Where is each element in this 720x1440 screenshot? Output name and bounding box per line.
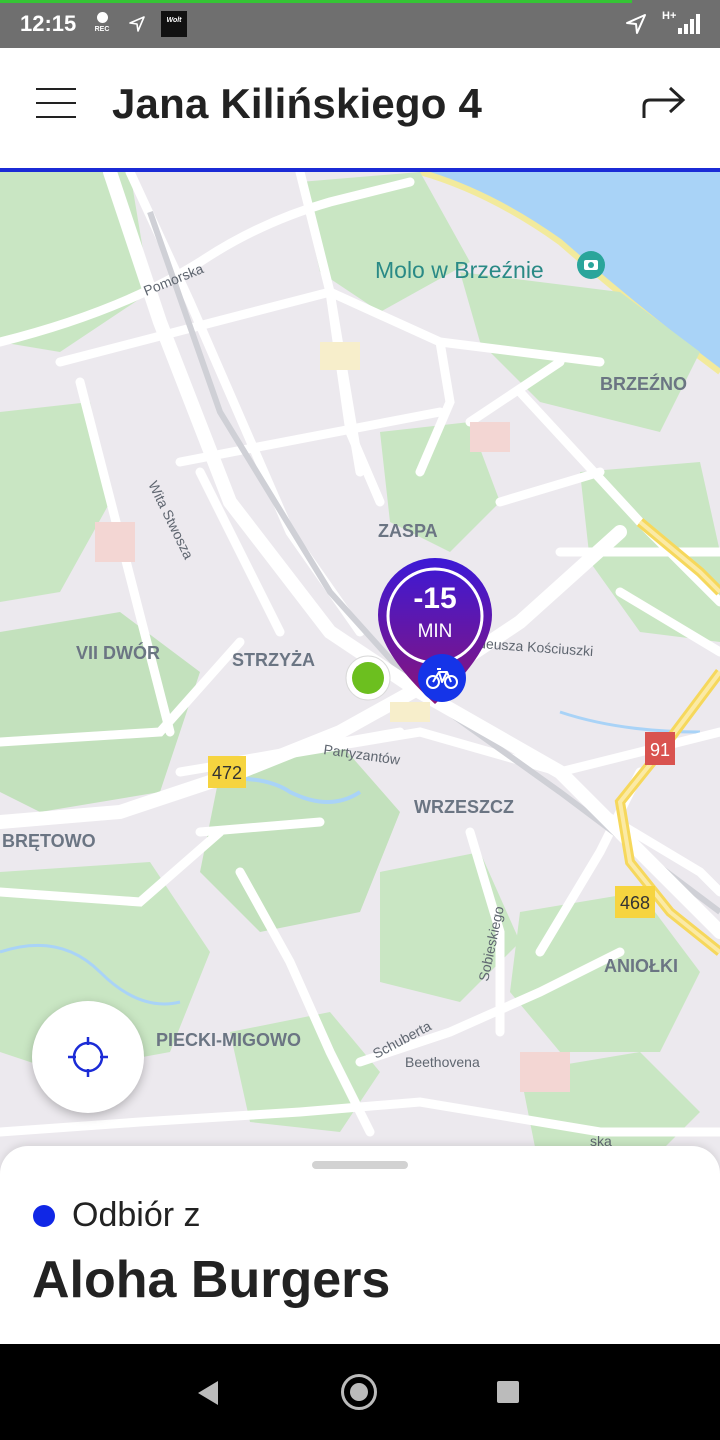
status-bar: 12:15 REC Wolt H+: [0, 0, 720, 48]
signal-icon: [678, 14, 700, 34]
recent-apps-square-icon[interactable]: [497, 1381, 519, 1403]
rec-label: REC: [94, 26, 110, 33]
district-vii-dwor: VII DWÓR: [76, 642, 160, 663]
district-aniolki: ANIOŁKI: [604, 956, 678, 976]
origin-marker[interactable]: [345, 655, 391, 701]
road-number-91-label: 91: [650, 740, 670, 760]
district-wrzeszcz: WRZESZCZ: [414, 797, 514, 817]
district-zaspa: ZASPA: [378, 521, 438, 541]
hamburger-menu-icon[interactable]: [36, 88, 76, 120]
app-header: Jana Kilińskiego 4: [0, 48, 720, 172]
road-number-91: 91: [645, 732, 675, 765]
pickup-label: Odbiór z: [72, 1196, 201, 1234]
locate-me-button[interactable]: [32, 1001, 144, 1113]
home-circle-icon[interactable]: [341, 1374, 377, 1410]
pickup-dot-icon: [33, 1205, 55, 1227]
restaurant-name: Aloha Burgers: [32, 1251, 391, 1309]
road-number-468: 468: [615, 886, 655, 918]
district-strzyza: STRZYŻA: [232, 650, 315, 670]
wolt-app-icon: Wolt: [161, 11, 187, 37]
status-progress-bar: [0, 0, 632, 3]
street-beethovena: Beethovena: [405, 1054, 480, 1070]
eta-unit: MIN: [418, 621, 453, 642]
page-title: Jana Kilińskiego 4: [112, 80, 483, 127]
road-number-472: 472: [208, 756, 246, 788]
district-brzezno: BRZEŹNO: [600, 373, 687, 394]
bicycle-icon: [418, 654, 466, 702]
wolt-badge-label: Wolt: [166, 17, 182, 24]
district-piecki-migowo: PIECKI-MIGOWO: [156, 1030, 301, 1050]
status-time: 12:15: [20, 11, 77, 36]
eta-value: -15: [413, 582, 456, 615]
sheet-drag-handle[interactable]: [312, 1161, 408, 1169]
back-triangle-icon[interactable]: [196, 1379, 220, 1407]
bottom-sheet[interactable]: Odbiór z Aloha Burgers: [0, 1146, 720, 1356]
road-number-468-label: 468: [620, 893, 650, 913]
district-bretowo: BRĘTOWO: [2, 831, 96, 851]
location-arrow-icon: [626, 14, 646, 34]
share-arrow-icon[interactable]: [640, 84, 688, 124]
rec-icon: REC: [93, 12, 111, 34]
location-arrow-icon: [129, 16, 145, 32]
crosshair-locate-icon: [68, 1037, 108, 1077]
road-number-472-label: 472: [212, 763, 242, 783]
poi-label: Molo w Brzeźnie: [375, 257, 544, 283]
